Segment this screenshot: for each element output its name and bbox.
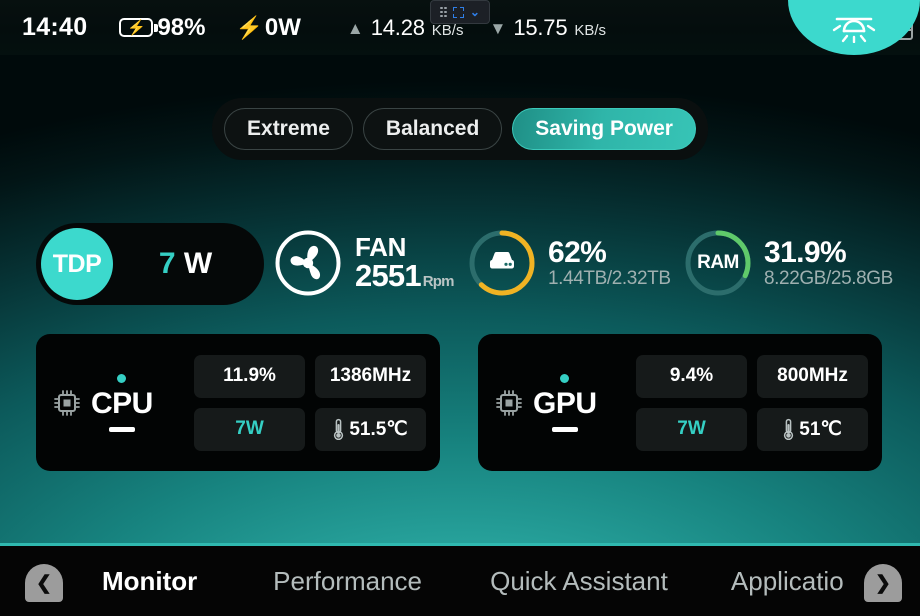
fan-rpm: 2551 Rpm: [355, 257, 455, 293]
fan-rpm-unit: Rpm: [422, 272, 455, 290]
nav-prev-button[interactable]: ❮: [25, 564, 63, 602]
cpu-card[interactable]: CPU 11.9% 1386MHz 7W 51.5℃: [36, 334, 440, 471]
cpu-metrics: 11.9% 1386MHz 7W 51.5℃: [194, 339, 440, 467]
gpu-temperature: 51℃: [757, 407, 868, 451]
mode-option-extreme[interactable]: Extreme: [224, 108, 353, 150]
tdp-badge: TDP: [41, 228, 113, 300]
grid-dots-icon[interactable]: [440, 6, 447, 18]
arrow-down-icon: ▼: [489, 18, 507, 38]
device-control-panel: 14:40 ⚡ 98% ⚡ 0W ▲ 14.28 KB/s ▼ 15.75 KB…: [0, 0, 920, 616]
fan-readout: FAN 2551 Rpm: [355, 234, 455, 293]
tab-performance[interactable]: Performance: [273, 566, 490, 597]
disk-gauge: [466, 227, 538, 299]
keyboard-backlight-icon: [832, 17, 876, 43]
cpu-temperature: 51.5℃: [315, 407, 426, 451]
cpu-label: CPU: [91, 386, 153, 420]
tab-monitor[interactable]: Monitor: [102, 566, 273, 597]
cpu-usage: 11.9%: [194, 354, 305, 398]
tdp-widget[interactable]: TDP 7 W: [36, 223, 264, 305]
gpu-sparkline: [551, 426, 578, 432]
gpu-label: GPU: [533, 386, 597, 420]
cpu-status-dot: [117, 373, 127, 383]
chevron-down-icon[interactable]: ⌄: [470, 6, 480, 18]
status-bar-actions: [788, 0, 920, 55]
gpu-usage: 9.4%: [636, 354, 747, 398]
tdp-value: 7 W: [113, 247, 264, 281]
power-draw: ⚡ 0W: [236, 14, 301, 42]
download-unit: KB/s: [574, 21, 607, 39]
download-value: 15.75: [513, 14, 568, 40]
floating-overlay-toolbar[interactable]: ⌄: [430, 0, 490, 24]
gpu-temp-value: 51℃: [799, 418, 842, 440]
tdp-unit: W: [183, 247, 213, 280]
gpu-clock: 800MHz: [757, 354, 868, 398]
gpu-status-dot: [560, 373, 570, 383]
disk-percent: 62%: [548, 236, 607, 269]
power-mode-selector: Extreme Balanced Saving Power: [212, 98, 708, 160]
cpu-temp-value: 51.5℃: [349, 418, 408, 440]
chip-icon: [496, 389, 522, 416]
cpu-power: 7W: [194, 407, 305, 451]
fan-icon: [275, 230, 341, 296]
nav-tab-list: Monitor Performance Quick Assistant Appl…: [0, 566, 920, 597]
gpu-power: 7W: [636, 407, 747, 451]
upload-unit: KB/s: [431, 21, 464, 39]
ram-percent: 31.9%: [764, 236, 847, 269]
clock: 14:40: [22, 13, 88, 41]
gpu-card[interactable]: GPU 9.4% 800MHz 7W 51℃: [478, 334, 882, 471]
bolt-icon: ⚡: [235, 14, 263, 40]
mode-option-balanced[interactable]: Balanced: [362, 108, 503, 150]
mode-option-saving-power[interactable]: Saving Power: [512, 108, 696, 150]
ram-readout: 31.9% 8.22GB/25.8GB: [764, 236, 893, 289]
fan-widget: FAN 2551 Rpm: [272, 227, 455, 299]
battery-status: ⚡ 98%: [119, 13, 206, 42]
tdp-number: 7: [158, 247, 176, 280]
thermometer-icon: [784, 418, 794, 440]
fullscreen-icon[interactable]: [452, 6, 464, 18]
gpu-metrics: 9.4% 800MHz 7W 51℃: [636, 339, 882, 467]
disk-widget: 62% 1.44TB/2.32TB: [466, 227, 671, 299]
download-speed: ▼ 15.75 KB/s: [489, 15, 606, 41]
disk-readout: 62% 1.44TB/2.32TB: [548, 236, 671, 289]
ram-detail: 8.22GB/25.8GB: [764, 268, 893, 289]
battery-charging-icon: ⚡: [119, 18, 158, 37]
ram-widget: RAM 31.9% 8.22GB/25.8GB: [682, 227, 893, 299]
chip-icon: [54, 389, 80, 416]
cpu-sparkline: [108, 426, 135, 432]
upload-value: 14.28: [370, 14, 425, 40]
harddrive-icon: [466, 227, 538, 299]
cpu-clock: 1386MHz: [315, 354, 426, 398]
disk-detail: 1.44TB/2.32TB: [548, 268, 671, 289]
ram-label: RAM: [697, 252, 739, 273]
ram-gauge: RAM: [682, 227, 754, 299]
power-value: 0W: [264, 13, 301, 41]
cpu-identity: CPU: [36, 373, 194, 432]
battery-percent: 98%: [157, 13, 206, 41]
tab-quick-assistant[interactable]: Quick Assistant: [490, 566, 731, 597]
gpu-identity: GPU: [478, 373, 636, 432]
bottom-navigation: ❮ Monitor Performance Quick Assistant Ap…: [0, 543, 920, 616]
system-stats-row: TDP 7 W FAN 2551 Rpm 62% 1.44TB/2.32TB R…: [0, 213, 920, 318]
nav-next-button[interactable]: ❯: [864, 564, 902, 602]
thermometer-icon: [334, 418, 344, 440]
arrow-up-icon: ▲: [346, 18, 364, 38]
